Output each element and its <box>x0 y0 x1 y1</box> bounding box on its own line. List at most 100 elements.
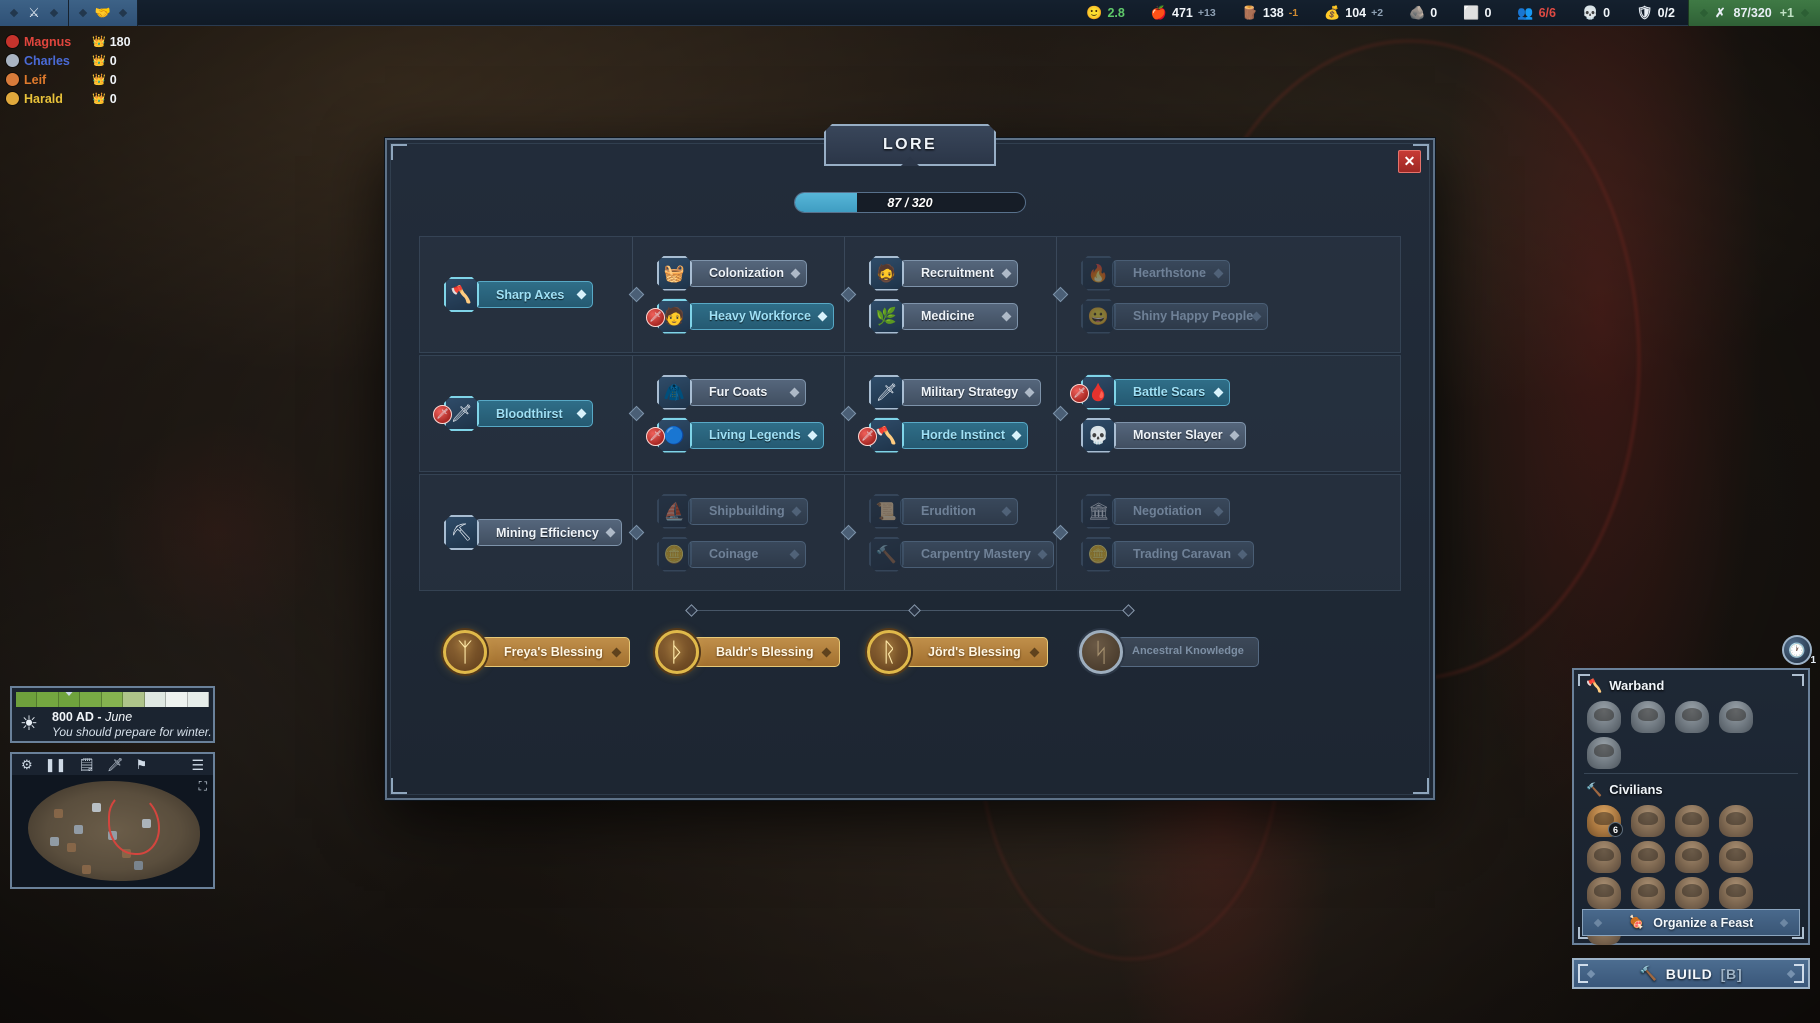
freyas-blessing-label[interactable]: Freya's Blessing <box>481 637 630 667</box>
unit-unlock-badge: 🗡 <box>1070 383 1089 403</box>
fur-coats-label[interactable]: Fur Coats <box>688 378 806 406</box>
build-button[interactable]: 🔨 BUILD [B] <box>1572 958 1810 989</box>
carpentry-mastery-label[interactable]: Carpentry Mastery <box>900 540 1054 568</box>
tech-node-monster-slayer[interactable]: 💀 Monster Slayer <box>1081 418 1268 453</box>
unit-portrait[interactable] <box>1626 873 1670 909</box>
minimap-expand-icon[interactable]: ⛶ <box>199 779 207 794</box>
tech-node-battle-scars[interactable]: 🗡 🩸 Battle Scars <box>1070 375 1268 410</box>
tech-node-trading-caravan[interactable]: 🪙 Trading Caravan <box>1081 537 1268 572</box>
blessing-jords-blessing[interactable]: ᚱ Jörd's Blessing <box>843 625 1055 679</box>
trading-caravan-label[interactable]: Trading Caravan <box>1112 540 1254 568</box>
tech-node-living-legends[interactable]: 🗡 🔵 Living Legends <box>646 418 844 453</box>
player-row[interactable]: Magnus 👑 180 <box>6 32 131 51</box>
unit-portrait[interactable] <box>1582 697 1626 733</box>
battle-scars-label[interactable]: Battle Scars <box>1112 378 1230 406</box>
civilians-title: Civilians <box>1609 782 1663 797</box>
baldrs-blessing-label[interactable]: Baldr's Blessing <box>693 637 841 667</box>
monster-slayer-label[interactable]: Monster Slayer <box>1112 421 1246 449</box>
pause-button[interactable]: ❚❚ <box>45 758 67 771</box>
bloodthirst-label[interactable]: Bloodthirst <box>475 400 593 427</box>
sharp-axes-label[interactable]: Sharp Axes <box>475 281 593 308</box>
living-legends-label[interactable]: Living Legends <box>688 421 824 449</box>
unit-portrait[interactable]: 6 <box>1582 801 1626 837</box>
horde-instinct-label[interactable]: Horde Instinct <box>900 421 1029 449</box>
blessing-baldrs-blessing[interactable]: ᚦ Baldr's Blessing <box>631 625 843 679</box>
tech-node-recruitment[interactable]: 🧔 Recruitment <box>869 256 1056 291</box>
resource-shields[interactable]: 🛡 0/2 <box>1623 6 1688 20</box>
resource-food[interactable]: 🍎 471 +13 <box>1138 6 1229 20</box>
lore-resource-chip[interactable]: ✗ 87/320 +1 <box>1688 0 1820 26</box>
shipbuilding-label[interactable]: Shipbuilding <box>688 497 808 525</box>
tech-node-horde-instinct[interactable]: 🗡 🪓 Horde Instinct <box>858 418 1056 453</box>
coinage-label[interactable]: Coinage <box>688 540 806 568</box>
player-row[interactable]: Leif 👑 0 <box>6 70 131 89</box>
minimap[interactable]: ⛶ <box>10 775 215 889</box>
resource-gold[interactable]: 💰 104 +2 <box>1311 6 1396 20</box>
flag-button[interactable]: ⚑ <box>135 758 147 771</box>
unit-portrait[interactable] <box>1582 837 1626 873</box>
unit-portrait[interactable] <box>1714 697 1758 733</box>
unit-portrait[interactable] <box>1626 837 1670 873</box>
unit-portrait[interactable] <box>1714 837 1758 873</box>
erudition-label[interactable]: Erudition <box>900 497 1018 525</box>
blessing-freyas-blessing[interactable]: ᛉ Freya's Blessing <box>419 625 631 679</box>
tech-node-bloodthirst[interactable]: 🗡 🗡 Bloodthirst <box>433 396 632 431</box>
erudition-icon: 📜 <box>869 494 904 529</box>
tech-node-heavy-workforce[interactable]: 🗡 🧑 Heavy Workforce <box>646 299 844 334</box>
blessing-ancestral-knowledge[interactable]: ᛋ Ancestral Knowledge <box>1055 625 1267 679</box>
player-row[interactable]: Charles 👑 0 <box>6 51 131 70</box>
menu-icon[interactable]: ☰ <box>191 758 204 772</box>
diamond-icon <box>78 8 88 17</box>
military-strategy-label[interactable]: Military Strategy <box>900 378 1042 406</box>
turn-timer-chip[interactable]: 🕐 1 <box>1782 635 1816 666</box>
tech-node-colonization[interactable]: 🧺 Colonization <box>657 256 844 291</box>
resource-wood[interactable]: 🪵 138 -1 <box>1229 6 1311 20</box>
hearthstone-label[interactable]: Hearthstone <box>1112 259 1230 287</box>
resource-population[interactable]: 👥 6/6 <box>1504 6 1569 20</box>
mining-efficiency-label[interactable]: Mining Efficiency <box>475 519 622 546</box>
tech-node-sharp-axes[interactable]: 🪓 Sharp Axes <box>444 277 632 312</box>
unit-portrait[interactable] <box>1670 837 1714 873</box>
tech-node-shipbuilding[interactable]: ⛵ Shipbuilding <box>657 494 844 529</box>
tech-node-military-strategy[interactable]: 🗡 Military Strategy <box>869 375 1056 410</box>
unit-portrait[interactable] <box>1714 801 1758 837</box>
colonization-label[interactable]: Colonization <box>688 259 807 287</box>
tech-node-shiny-happy-people[interactable]: 😀 Shiny Happy People <box>1081 299 1268 334</box>
organize-feast-button[interactable]: 🍖 Organize a Feast <box>1582 909 1800 936</box>
tech-node-carpentry-mastery[interactable]: 🔨 Carpentry Mastery <box>869 537 1056 572</box>
resource-iron[interactable]: ⬜ 0 <box>1450 6 1504 20</box>
tech-node-erudition[interactable]: 📜 Erudition <box>869 494 1056 529</box>
unit-portrait[interactable] <box>1582 873 1626 909</box>
unit-unlock-badge: 🗡 <box>858 426 877 446</box>
medicine-label[interactable]: Medicine <box>900 302 1018 330</box>
tech-node-mining-efficiency[interactable]: ⛏ Mining Efficiency <box>444 515 632 550</box>
resource-stone[interactable]: 🪨 0 <box>1396 6 1450 20</box>
recruitment-label[interactable]: Recruitment <box>900 259 1018 287</box>
tech-node-coinage[interactable]: 🪙 Coinage <box>657 537 844 572</box>
diplomacy-tab[interactable]: 🤝 <box>69 0 138 26</box>
tech-node-hearthstone[interactable]: 🔥 Hearthstone <box>1081 256 1268 291</box>
resource-happiness[interactable]: 🙂 2.8 <box>1073 6 1138 20</box>
negotiation-label[interactable]: Negotiation <box>1112 497 1230 525</box>
combat-button[interactable]: 🗡 <box>107 758 124 771</box>
ancestral-knowledge-label[interactable]: Ancestral Knowledge <box>1117 637 1259 667</box>
player-row[interactable]: Harald 👑 0 <box>6 89 131 108</box>
resource-fear[interactable]: 💀 0 <box>1569 6 1623 20</box>
unit-portrait[interactable] <box>1626 801 1670 837</box>
heavy-workforce-label[interactable]: Heavy Workforce <box>688 302 834 330</box>
settings-button[interactable]: ⚙ <box>21 758 33 771</box>
unit-portrait[interactable] <box>1670 873 1714 909</box>
tech-node-medicine[interactable]: 🌿 Medicine <box>869 299 1056 334</box>
unit-portrait[interactable] <box>1670 697 1714 733</box>
tech-node-negotiation[interactable]: 🏛 Negotiation <box>1081 494 1268 529</box>
unit-portrait[interactable] <box>1670 801 1714 837</box>
close-icon[interactable]: ✕ <box>1398 150 1421 173</box>
unit-portrait[interactable] <box>1714 873 1758 909</box>
info-button[interactable]: 🗒 <box>78 758 95 771</box>
unit-portrait[interactable] <box>1626 697 1670 733</box>
tech-node-fur-coats[interactable]: 🧥 Fur Coats <box>657 375 844 410</box>
military-tab[interactable]: ⚔ <box>0 0 69 26</box>
unit-portrait[interactable] <box>1582 733 1626 769</box>
shiny-happy-people-label[interactable]: Shiny Happy People <box>1112 302 1268 330</box>
jords-blessing-label[interactable]: Jörd's Blessing <box>905 637 1048 667</box>
